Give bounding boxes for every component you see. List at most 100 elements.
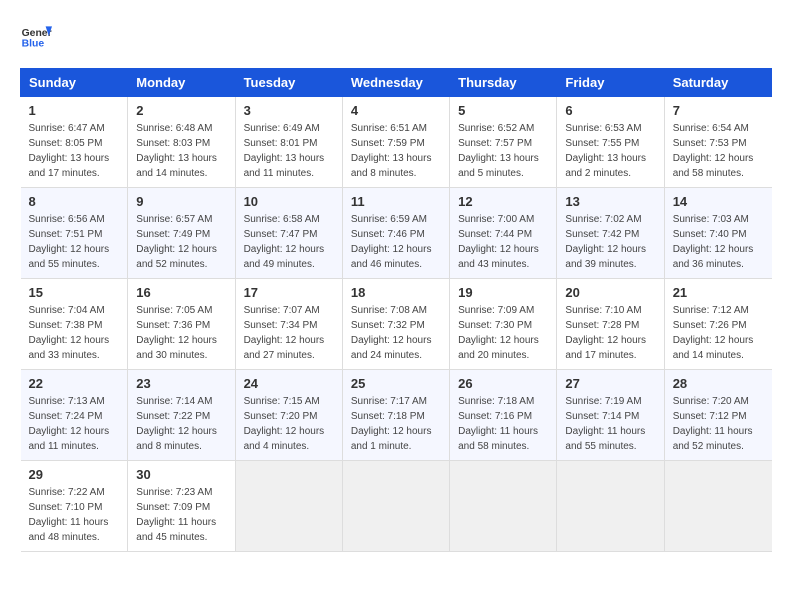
calendar-day-cell: 27 Sunrise: 7:19 AMSunset: 7:14 PMDayligh… [557,370,664,461]
day-number: 29 [29,467,120,482]
day-info: Sunrise: 6:49 AMSunset: 8:01 PMDaylight:… [244,121,334,181]
day-info: Sunrise: 7:09 AMSunset: 7:30 PMDaylight:… [458,303,548,363]
calendar-day-cell: 8 Sunrise: 6:56 AMSunset: 7:51 PMDaylight… [21,188,128,279]
day-number: 14 [673,194,764,209]
page-header: General Blue [20,20,772,52]
day-info: Sunrise: 7:17 AMSunset: 7:18 PMDaylight:… [351,394,441,454]
calendar-day-cell: 10 Sunrise: 6:58 AMSunset: 7:47 PMDayligh… [235,188,342,279]
calendar-day-cell: 13Sunrise: 7:02 AMSunset: 7:42 PMDayligh… [557,188,664,279]
day-number: 23 [136,376,226,391]
day-info: Sunrise: 6:56 AMSunset: 7:51 PMDaylight:… [29,212,120,272]
calendar-day-cell: 2Sunrise: 6:48 AMSunset: 8:03 PMDaylight… [128,97,235,188]
day-number: 8 [29,194,120,209]
calendar-week-row: 1 Sunrise: 6:47 AMSunset: 8:05 PMDaylight… [21,97,772,188]
day-number: 16 [136,285,226,300]
day-number: 15 [29,285,120,300]
calendar-day-cell: 29 Sunrise: 7:22 AMSunset: 7:10 PMDayligh… [21,461,128,552]
calendar-day-cell: 4 Sunrise: 6:51 AMSunset: 7:59 PMDaylight… [342,97,449,188]
day-info: Sunrise: 7:14 AMSunset: 7:22 PMDaylight:… [136,394,226,454]
day-number: 7 [673,103,764,118]
calendar-day-cell: 18 Sunrise: 7:08 AMSunset: 7:32 PMDayligh… [342,279,449,370]
day-number: 18 [351,285,441,300]
header-wednesday: Wednesday [342,69,449,97]
calendar-day-cell [664,461,771,552]
day-info: Sunrise: 6:54 AMSunset: 7:53 PMDaylight:… [673,121,764,181]
day-info: Sunrise: 7:03 AMSunset: 7:40 PMDaylight:… [673,212,764,272]
day-info: Sunrise: 7:18 AMSunset: 7:16 PMDaylight:… [458,394,548,454]
svg-text:Blue: Blue [22,38,45,49]
day-number: 24 [244,376,334,391]
calendar-day-cell [557,461,664,552]
day-info: Sunrise: 7:20 AMSunset: 7:12 PMDaylight:… [673,394,764,454]
day-info: Sunrise: 7:04 AMSunset: 7:38 PMDaylight:… [29,303,120,363]
day-number: 9 [136,194,226,209]
day-number: 25 [351,376,441,391]
day-info: Sunrise: 7:10 AMSunset: 7:28 PMDaylight:… [565,303,655,363]
header-sunday: Sunday [21,69,128,97]
day-info: Sunrise: 7:23 AMSunset: 7:09 PMDaylight:… [136,485,226,545]
day-info: Sunrise: 7:05 AMSunset: 7:36 PMDaylight:… [136,303,226,363]
calendar-day-cell [450,461,557,552]
calendar-day-cell: 21 Sunrise: 7:12 AMSunset: 7:26 PMDayligh… [664,279,771,370]
calendar-day-cell: 26 Sunrise: 7:18 AMSunset: 7:16 PMDayligh… [450,370,557,461]
day-number: 20 [565,285,655,300]
day-info: Sunrise: 7:08 AMSunset: 7:32 PMDaylight:… [351,303,441,363]
day-info: Sunrise: 6:52 AMSunset: 7:57 PMDaylight:… [458,121,548,181]
calendar-week-row: 22Sunrise: 7:13 AMSunset: 7:24 PMDayligh… [21,370,772,461]
header-friday: Friday [557,69,664,97]
day-number: 1 [29,103,120,118]
calendar-day-cell: 25 Sunrise: 7:17 AMSunset: 7:18 PMDayligh… [342,370,449,461]
header-thursday: Thursday [450,69,557,97]
calendar-day-cell: 1 Sunrise: 6:47 AMSunset: 8:05 PMDaylight… [21,97,128,188]
day-info: Sunrise: 6:57 AMSunset: 7:49 PMDaylight:… [136,212,226,272]
day-info: Sunrise: 7:22 AMSunset: 7:10 PMDaylight:… [29,485,120,545]
day-number: 4 [351,103,441,118]
day-number: 10 [244,194,334,209]
day-info: Sunrise: 7:00 AMSunset: 7:44 PMDaylight:… [458,212,548,272]
day-info: Sunrise: 7:13 AMSunset: 7:24 PMDaylight:… [29,394,120,454]
day-number: 12 [458,194,548,209]
day-number: 19 [458,285,548,300]
calendar-day-cell [342,461,449,552]
day-number: 28 [673,376,764,391]
logo: General Blue [20,20,52,52]
calendar-day-cell: 11Sunrise: 6:59 AMSunset: 7:46 PMDayligh… [342,188,449,279]
calendar-day-cell: 5 Sunrise: 6:52 AMSunset: 7:57 PMDaylight… [450,97,557,188]
calendar-day-cell: 9 Sunrise: 6:57 AMSunset: 7:49 PMDaylight… [128,188,235,279]
calendar-day-cell: 3Sunrise: 6:49 AMSunset: 8:01 PMDaylight… [235,97,342,188]
calendar-day-cell: 15 Sunrise: 7:04 AMSunset: 7:38 PMDayligh… [21,279,128,370]
day-info: Sunrise: 7:07 AMSunset: 7:34 PMDaylight:… [244,303,334,363]
day-number: 6 [565,103,655,118]
day-info: Sunrise: 7:15 AMSunset: 7:20 PMDaylight:… [244,394,334,454]
day-info: Sunrise: 6:58 AMSunset: 7:47 PMDaylight:… [244,212,334,272]
calendar-day-cell: 6Sunrise: 6:53 AMSunset: 7:55 PMDaylight… [557,97,664,188]
calendar-week-row: 8 Sunrise: 6:56 AMSunset: 7:51 PMDaylight… [21,188,772,279]
day-info: Sunrise: 7:19 AMSunset: 7:14 PMDaylight:… [565,394,655,454]
day-info: Sunrise: 7:02 AMSunset: 7:42 PMDaylight:… [565,212,655,272]
day-number: 5 [458,103,548,118]
day-number: 26 [458,376,548,391]
calendar-day-cell: 24 Sunrise: 7:15 AMSunset: 7:20 PMDayligh… [235,370,342,461]
calendar-week-row: 15 Sunrise: 7:04 AMSunset: 7:38 PMDayligh… [21,279,772,370]
day-number: 30 [136,467,226,482]
calendar-day-cell: 22Sunrise: 7:13 AMSunset: 7:24 PMDayligh… [21,370,128,461]
day-info: Sunrise: 6:47 AMSunset: 8:05 PMDaylight:… [29,121,120,181]
day-number: 27 [565,376,655,391]
calendar-day-cell: 23 Sunrise: 7:14 AMSunset: 7:22 PMDayligh… [128,370,235,461]
header-tuesday: Tuesday [235,69,342,97]
header-saturday: Saturday [664,69,771,97]
calendar-day-cell [235,461,342,552]
calendar-day-cell: 12 Sunrise: 7:00 AMSunset: 7:44 PMDayligh… [450,188,557,279]
calendar-day-cell: 16 Sunrise: 7:05 AMSunset: 7:36 PMDayligh… [128,279,235,370]
weekday-header-row: Sunday Monday Tuesday Wednesday Thursday… [21,69,772,97]
day-info: Sunrise: 7:12 AMSunset: 7:26 PMDaylight:… [673,303,764,363]
day-number: 21 [673,285,764,300]
header-monday: Monday [128,69,235,97]
day-info: Sunrise: 6:51 AMSunset: 7:59 PMDaylight:… [351,121,441,181]
calendar-day-cell: 17Sunrise: 7:07 AMSunset: 7:34 PMDayligh… [235,279,342,370]
day-number: 2 [136,103,226,118]
calendar-day-cell: 14 Sunrise: 7:03 AMSunset: 7:40 PMDayligh… [664,188,771,279]
calendar-day-cell: 20 Sunrise: 7:10 AMSunset: 7:28 PMDayligh… [557,279,664,370]
calendar-day-cell: 30 Sunrise: 7:23 AMSunset: 7:09 PMDayligh… [128,461,235,552]
day-info: Sunrise: 6:59 AMSunset: 7:46 PMDaylight:… [351,212,441,272]
